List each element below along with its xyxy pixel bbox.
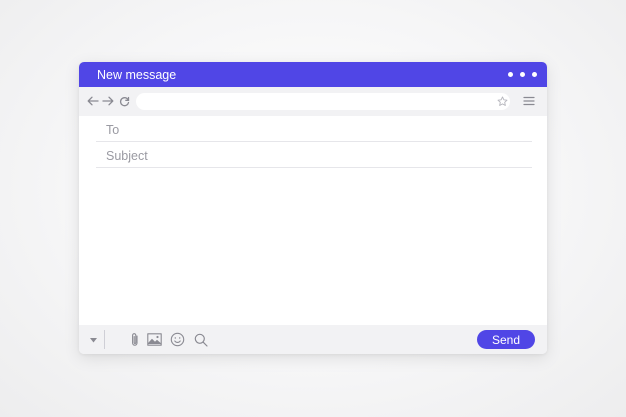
hamburger-menu-icon[interactable] — [522, 94, 536, 108]
toolbar-divider — [104, 330, 105, 349]
message-body-textarea[interactable] — [96, 174, 532, 322]
window-title: New message — [97, 68, 177, 82]
browser-toolbar — [79, 87, 547, 116]
address-bar-input[interactable] — [136, 93, 510, 110]
emoji-icon[interactable] — [169, 331, 186, 348]
send-button[interactable]: Send — [477, 330, 535, 349]
subject-input[interactable] — [96, 147, 532, 165]
compose-actions-bar: Send — [79, 325, 547, 354]
star-icon[interactable] — [495, 93, 509, 109]
paperclip-icon[interactable] — [126, 331, 143, 348]
arrow-right-icon[interactable] — [101, 93, 115, 109]
search-icon[interactable] — [192, 331, 209, 348]
arrow-left-icon[interactable] — [86, 93, 100, 109]
to-input[interactable] — [96, 121, 532, 139]
menu-dot — [532, 72, 537, 77]
refresh-icon[interactable] — [117, 93, 131, 109]
more-options-icon[interactable] — [508, 72, 537, 77]
dropdown-caret-icon[interactable] — [88, 335, 98, 345]
subject-field — [96, 145, 532, 168]
menu-dot — [520, 72, 525, 77]
menu-dot — [508, 72, 513, 77]
image-icon[interactable] — [146, 331, 163, 348]
compose-window: New message To Subject Send — [79, 62, 547, 354]
title-bar: New message — [79, 62, 547, 87]
to-field — [96, 119, 532, 142]
